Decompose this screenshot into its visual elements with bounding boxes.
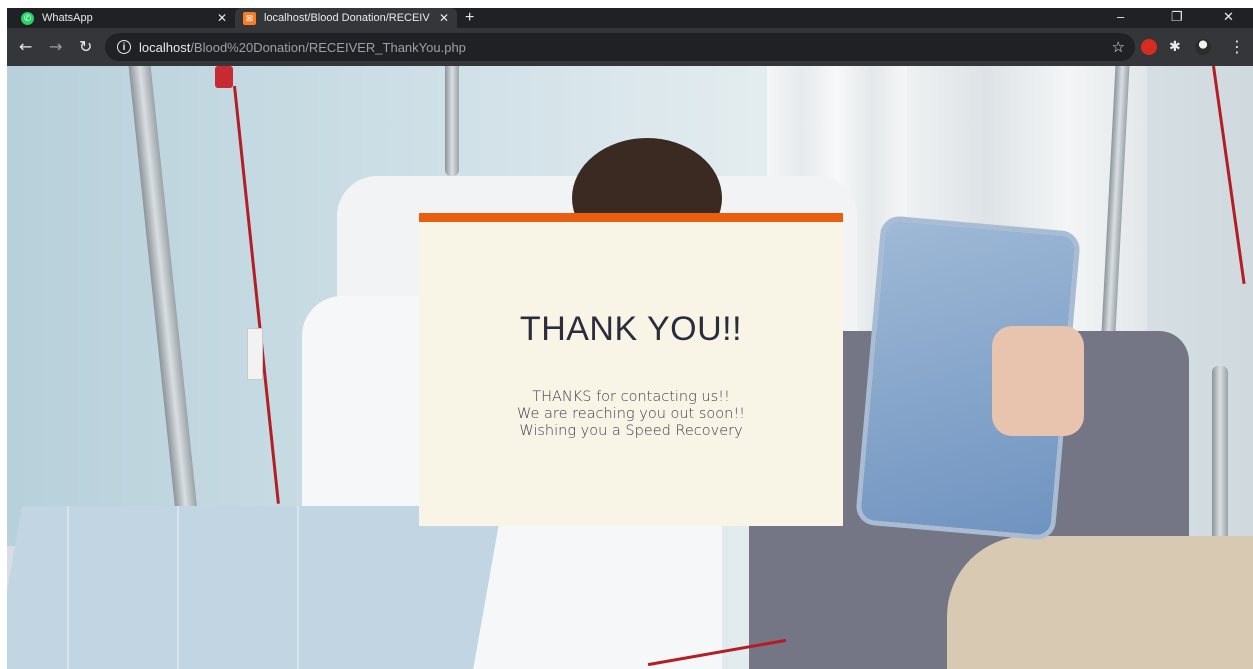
bed-pole [445,66,459,176]
pad-fold [67,506,69,669]
tab-receiver-thankyou[interactable]: ⊠ localhost/Blood Donation/RECEIV ✕ [235,8,457,28]
iv-bag [215,66,233,88]
pad-fold [177,506,179,669]
message-line: THANKS for contacting us!! [532,389,730,405]
thank-you-heading: THANK YOU!! [519,310,743,348]
close-tab-icon[interactable]: ✕ [439,11,449,25]
url-path: /Blood%20Donation/RECEIVER_ThankYou.php [190,39,466,55]
extensions-puzzle-icon[interactable]: ✱ [1169,28,1181,66]
forward-arrow-icon[interactable]: → [49,28,62,66]
thank-you-card: THANK YOU!! THANKS for contacting us!! W… [419,213,843,526]
iv-clamp [247,328,263,380]
message-line: We are reaching you out soon!! [517,406,745,422]
new-tab-button[interactable]: + [465,8,474,28]
thank-you-message: THANKS for contacting us!! We are reachi… [419,389,843,440]
pad-fold [297,506,299,669]
xampp-icon: ⊠ [243,11,256,25]
tab-strip: ✆ WhatsApp ✕ ⊠ localhost/Blood Donation/… [7,8,1253,28]
menu-dots-icon[interactable]: ⋮ [1229,28,1245,66]
browser-toolbar: ← → ↻ i localhost/Blood%20Donation/RECEI… [7,28,1253,66]
maximize-button[interactable]: ❐ [1171,8,1183,28]
message-line: Wishing you a Speed Recovery [519,423,743,439]
profile-avatar-icon[interactable] [1195,39,1211,55]
blue-pad [7,506,502,669]
pants [947,536,1253,669]
minimize-button[interactable]: – [1117,8,1124,28]
back-arrow-icon[interactable]: ← [19,28,32,66]
whatsapp-icon: ✆ [21,11,34,25]
tab-title: localhost/Blood Donation/RECEIV [264,12,430,24]
url-host: localhost [139,39,191,55]
close-tab-icon[interactable]: ✕ [217,11,227,25]
hand [992,326,1084,436]
tab-whatsapp[interactable]: ✆ WhatsApp ✕ [13,8,235,28]
address-bar[interactable]: i localhost/Blood%20Donation/RECEIVER_Th… [105,33,1135,61]
tab-title: WhatsApp [42,12,93,24]
info-icon[interactable]: i [117,40,131,54]
extension-shield-icon[interactable] [1141,39,1157,55]
reload-icon[interactable]: ↻ [79,28,92,66]
close-window-button[interactable]: ✕ [1223,8,1234,28]
bookmark-star-icon[interactable]: ☆ [1112,38,1125,56]
